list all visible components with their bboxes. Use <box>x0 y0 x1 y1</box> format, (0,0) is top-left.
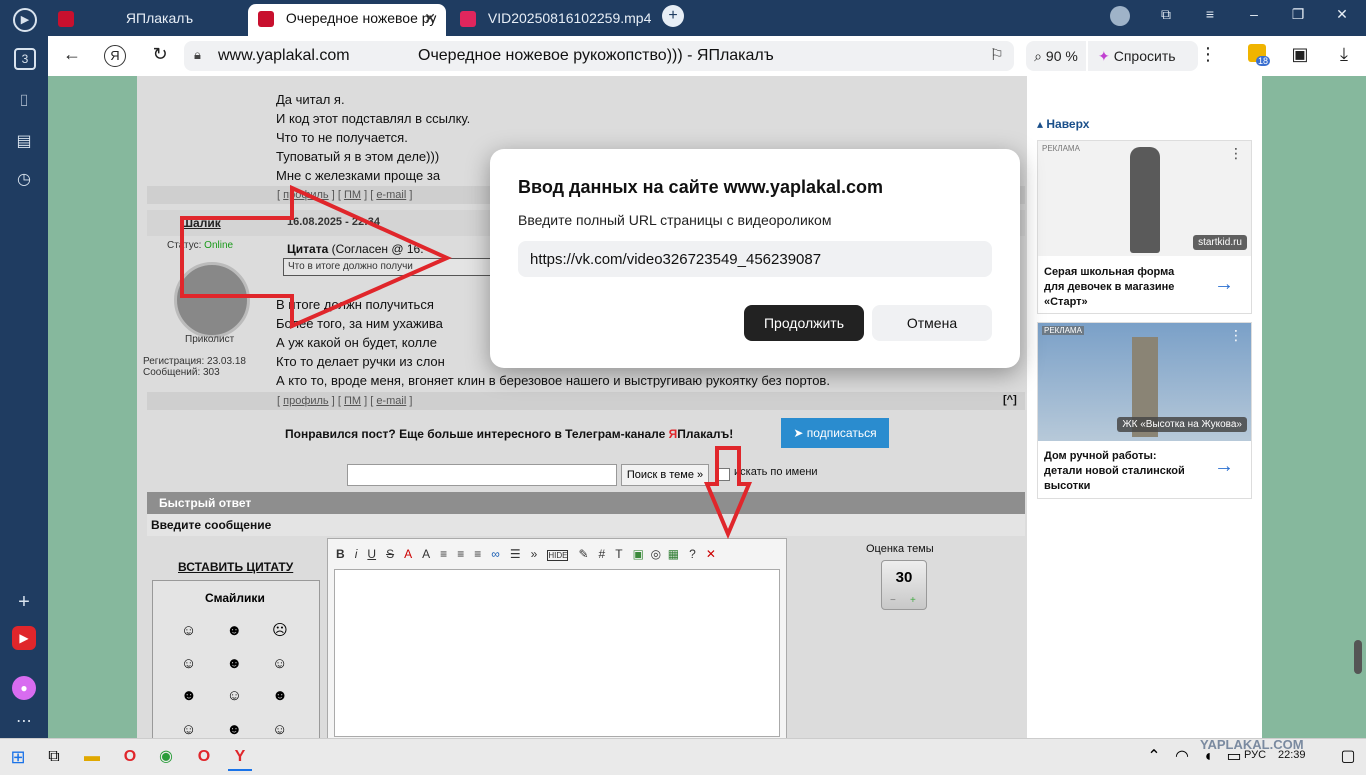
page-title: Очередное ножевое рукожопство))) - ЯПлак… <box>418 47 774 64</box>
tab-current-post[interactable]: Очередное ножевое ру ✕ <box>248 4 446 36</box>
restore-icon[interactable]: ❐ <box>1286 6 1310 23</box>
watermark: YAPLAKAL.COM <box>1200 737 1304 752</box>
red-right-arrow-icon <box>180 184 452 330</box>
extensions-icon[interactable]: 18 <box>1244 44 1271 67</box>
ask-label: Спросить <box>1113 48 1176 64</box>
tab-video[interactable]: VID20250816102259.mp4 <box>460 4 660 36</box>
collections-icon[interactable]: ▤ <box>10 128 38 156</box>
close-tab-icon[interactable]: ✕ <box>424 4 436 32</box>
cancel-button[interactable]: Отмена <box>872 305 992 341</box>
zoom-indicator[interactable]: ⌕ 90 % <box>1026 41 1086 71</box>
red-down-arrow-icon <box>703 446 753 540</box>
web-page: Да читал я. И код этот подставлял в ссыл… <box>48 76 1366 738</box>
tab-yaplakal[interactable]: ЯПлакалъ <box>58 4 248 36</box>
sparkle-icon: ✦ <box>1098 48 1110 64</box>
ad-label: РЕКЛАМА <box>1042 326 1084 335</box>
tab-count-badge[interactable]: 3 <box>14 48 36 70</box>
dialog-prompt: Введите полный URL страницы с видеоролик… <box>518 212 832 228</box>
bookmarks-panel-icon[interactable]: ⧉ <box>1154 6 1178 23</box>
add-icon[interactable]: + <box>10 588 38 616</box>
ad-more-icon[interactable]: ⋮ <box>1229 145 1243 162</box>
caret-up-icon: ▴ <box>1037 117 1047 131</box>
address-bar: ← Я ↻ 🔒︎ www.yaplakal.com Очередное ноже… <box>48 36 1366 77</box>
dialog-title: Ввод данных на сайте www.yaplakal.com <box>518 177 883 197</box>
more-icon[interactable]: ⋯ <box>10 708 38 736</box>
wifi-icon[interactable]: ◠ <box>1170 745 1194 769</box>
file-explorer-icon[interactable]: ▬ <box>80 745 104 769</box>
scrollbar-thumb[interactable] <box>1354 640 1362 674</box>
video-url-input[interactable] <box>518 241 992 277</box>
minimize-icon[interactable]: – <box>1242 6 1266 22</box>
scroll-top-link[interactable]: ▴ Наверх <box>1037 117 1089 131</box>
play-icon[interactable]: ▶ <box>13 8 37 32</box>
opera-icon[interactable]: O <box>118 745 142 769</box>
search-icon: ⌕ <box>1034 48 1046 64</box>
ad-arrow-icon[interactable]: → <box>1214 455 1234 478</box>
notifications-icon[interactable]: ▢ <box>1336 745 1360 769</box>
tab-label: Очередное ножевое ру <box>285 10 437 26</box>
ad-arrow-icon[interactable]: → <box>1214 273 1234 296</box>
ad-label: РЕКЛАМА <box>1042 144 1080 153</box>
ask-button[interactable]: ✦ Спросить <box>1088 41 1198 71</box>
ad-source: ЖК «Высотка на Жукова» <box>1117 417 1247 432</box>
extension-badge: 18 <box>1256 56 1271 66</box>
scroll-top-label: Наверх <box>1046 117 1090 131</box>
zoom-level: 90 % <box>1045 48 1078 64</box>
windows-taskbar: ⊞ ⧉ ▬ O ◉ O Y ⌃ ◠ ◖ ▭ РУС 22:39 YAPLAKAL… <box>0 737 1366 775</box>
menu-icon[interactable]: ≡ <box>1198 6 1222 22</box>
ad-card[interactable]: РЕКЛАМА ⋮ ЖК «Высотка на Жукова» Дом руч… <box>1037 322 1252 499</box>
ad-figure <box>1130 147 1160 253</box>
right-sidebar: ▴ Наверх РЕКЛАМА ⋮ startkid.ru Серая шко… <box>1027 76 1262 738</box>
tab-label: VID20250816102259.mp4 <box>487 10 652 26</box>
tab-label: ЯПлакалъ <box>125 10 194 26</box>
bookmark-icon[interactable]: ⚐ <box>990 45 1004 65</box>
ad-card[interactable]: РЕКЛАМА ⋮ startkid.ru Серая школьная фор… <box>1037 140 1252 314</box>
yandex-icon[interactable]: Я <box>104 45 126 67</box>
windows-start-icon[interactable]: ⊞ <box>6 745 30 769</box>
close-window-icon[interactable]: ✕ <box>1330 6 1354 23</box>
back-arrow-icon[interactable]: ← <box>60 44 84 65</box>
video-favicon-icon <box>460 11 476 28</box>
history-icon[interactable]: ◷ <box>10 166 38 194</box>
download-icon[interactable]: ⤓ <box>1332 44 1356 65</box>
ad-text: Дом ручной работы: детали новой сталинск… <box>1044 450 1185 492</box>
ad-text: Серая школьная форма для девочек в магаз… <box>1044 266 1175 308</box>
yaplakal-favicon-icon <box>58 11 74 28</box>
tab-bar: ЯПлакалъ Очередное ножевое ру ✕ VID20250… <box>48 0 1366 36</box>
page-left-band <box>48 76 137 738</box>
url-host: www.yaplakal.com <box>218 47 350 64</box>
profile-avatar[interactable] <box>1110 6 1130 26</box>
chrome-icon[interactable]: ◉ <box>154 745 178 769</box>
url-field[interactable]: 🔒︎ www.yaplakal.com Очередное ножевое ру… <box>184 41 1014 71</box>
browser-sidebar: ▶ 3 ⌷ ▤ ◷ + ▶ ● ⋯ <box>0 0 48 738</box>
ad-more-icon[interactable]: ⋮ <box>1229 327 1243 344</box>
new-tab-button[interactable]: + <box>662 5 684 27</box>
yandex-browser-icon[interactable]: Y <box>228 745 252 771</box>
url-input-dialog: Ввод данных на сайте www.yaplakal.com Вв… <box>490 149 1020 368</box>
tray-expand-icon[interactable]: ⌃ <box>1142 745 1166 769</box>
more-vertical-icon[interactable]: ⋮ <box>1196 44 1220 65</box>
reader-icon[interactable]: ▣ <box>1288 44 1312 65</box>
continue-button[interactable]: Продолжить <box>744 305 864 341</box>
page-right-band <box>1262 76 1366 738</box>
reload-icon[interactable]: ↻ <box>148 44 172 65</box>
yaplakal-favicon-icon <box>258 11 274 28</box>
video-app-icon[interactable]: ▶ <box>12 626 36 650</box>
opera-gx-icon[interactable]: O <box>192 745 216 769</box>
task-view-icon[interactable]: ⧉ <box>42 745 66 769</box>
camera-icon[interactable]: ⌷ <box>10 88 38 116</box>
ad-source: startkid.ru <box>1193 235 1247 250</box>
alice-icon[interactable]: ● <box>12 676 36 700</box>
lock-icon: 🔒︎ <box>194 47 201 62</box>
